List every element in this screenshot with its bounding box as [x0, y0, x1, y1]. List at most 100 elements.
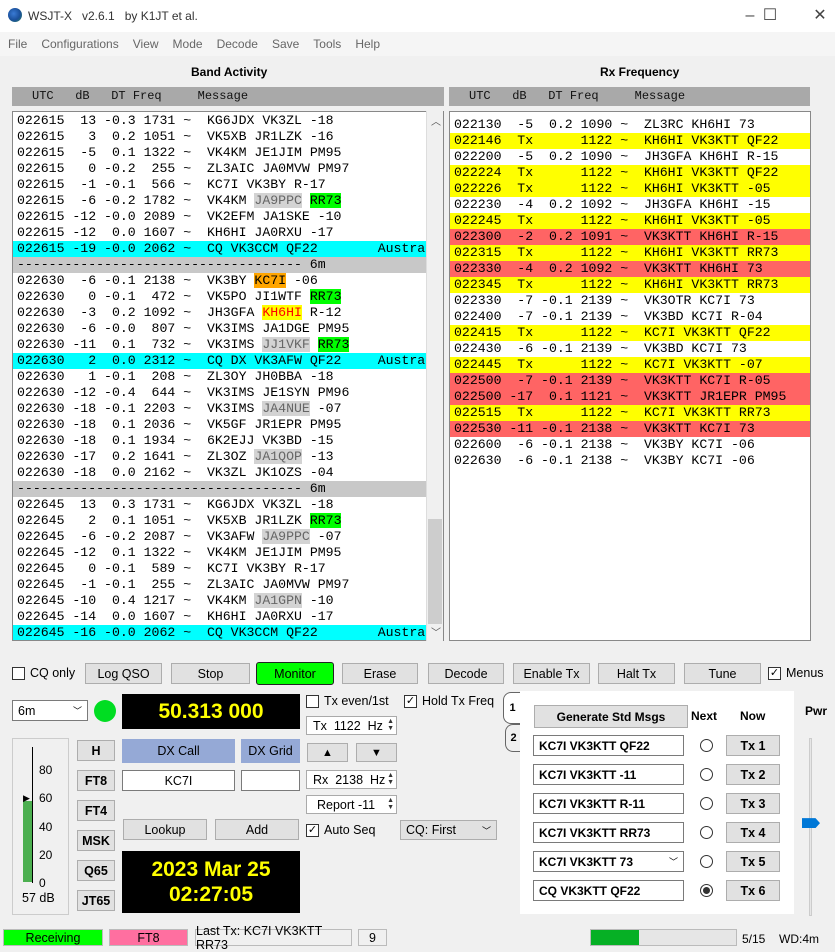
monitor-button[interactable]: Monitor	[256, 662, 334, 685]
tx-freq-spinbox[interactable]: Tx 1122 Hz ▲ ▼	[306, 716, 397, 735]
dx-grid-input[interactable]	[241, 770, 300, 791]
halt-tx-button[interactable]: Halt Tx	[598, 663, 675, 684]
band-activity-list[interactable]: 022615 13 -0.3 1731 ~ KG6JDX VK3ZL -18 02…	[12, 111, 444, 641]
decode-row[interactable]: 022500 -7 -0.1 2139 ~ VK3KTT KC7I R-05	[450, 373, 810, 389]
menu-view[interactable]: View	[126, 32, 166, 56]
decode-row[interactable]: 022615 -1 -0.1 566 ~ KC7I VK3BY R-17	[13, 177, 443, 193]
decode-row[interactable]: 022630 2 0.0 2312 ~ CQ DX VK3AFW QF22 Aus…	[13, 353, 443, 369]
decode-row[interactable]: 022630 -3 0.2 1092 ~ JH3GFA KH6HI R-12	[13, 305, 443, 321]
close-button[interactable]: ✕	[800, 4, 835, 28]
decode-row[interactable]: 022630 1 -0.1 208 ~ ZL3OY JH0BBA -18	[13, 369, 443, 385]
decode-row[interactable]: 022330 -4 0.2 1092 ~ VK3KTT KH6HI 73	[450, 261, 810, 277]
decode-row[interactable]: 022630 -6 -0.0 807 ~ VK3IMS JA1DGE PM95	[13, 321, 443, 337]
decode-row[interactable]: 022630 -17 0.2 1641 ~ ZL3OZ JA1QOP -13	[13, 449, 443, 465]
auto-seq-checkbox[interactable]: ✓	[306, 824, 319, 837]
pwr-slider-handle[interactable]	[802, 818, 820, 829]
tab-2[interactable]: 2	[505, 724, 521, 752]
tx-message-input-1[interactable]: KC7I VK3KTT QF22	[533, 735, 684, 756]
decode-row[interactable]: 022645 13 0.3 1731 ~ KG6JDX VK3ZL -18	[13, 497, 443, 513]
menu-save[interactable]: Save	[265, 32, 306, 56]
decode-row[interactable]: 022630 -18 0.1 2036 ~ VK5GF JR1EPR PM95	[13, 417, 443, 433]
mode-button-jt65[interactable]: JT65	[77, 890, 115, 911]
tx-message-input-6[interactable]: CQ VK3KTT QF22	[533, 880, 684, 901]
log-qso-button[interactable]: Log QSO	[85, 663, 162, 684]
report-spinbox[interactable]: Report -11 ▲ ▼	[306, 795, 397, 814]
decode-row[interactable]: 022615 -6 -0.2 1782 ~ VK4KM JA9PPC RR73	[13, 193, 443, 209]
decode-row[interactable]: 022130 -5 0.2 1090 ~ ZL3RC KH6HI 73	[450, 117, 810, 133]
maximize-button[interactable]: ☐	[750, 4, 790, 28]
tx-now-button-5[interactable]: Tx 5	[726, 851, 780, 872]
tx-now-button-1[interactable]: Tx 1	[726, 735, 780, 756]
tx-message-input-5[interactable]: KC7I VK3KTT 73 ﹀	[533, 851, 684, 872]
decode-row[interactable]: 022430 -6 -0.1 2139 ~ VK3BD KC7I 73	[450, 341, 810, 357]
scroll-up-icon[interactable]: ︿	[431, 113, 441, 128]
tx-now-button-3[interactable]: Tx 3	[726, 793, 780, 814]
stop-button[interactable]: Stop	[171, 663, 250, 684]
decode-row[interactable]: 022226 Tx 1122 ~ KH6HI VK3KTT -05	[450, 181, 810, 197]
tx-now-button-2[interactable]: Tx 2	[726, 764, 780, 785]
cq-only-checkbox[interactable]	[12, 667, 25, 680]
tx-next-radio-1[interactable]	[700, 739, 713, 752]
decode-row[interactable]: 022445 Tx 1122 ~ KC7I VK3KTT -07	[450, 357, 810, 373]
freq-up-button[interactable]: ▲	[307, 743, 348, 762]
decode-row[interactable]: 022345 Tx 1122 ~ KH6HI VK3KTT RR73	[450, 277, 810, 293]
spin-arrows-icon[interactable]: ▲ ▼	[387, 718, 394, 732]
scroll-down-icon[interactable]: ﹀	[431, 624, 441, 639]
decode-row[interactable]: 022615 13 -0.3 1731 ~ KG6JDX VK3ZL -18	[13, 113, 443, 129]
decode-row[interactable]: 022630 -6 -0.1 2138 ~ VK3BY KC7I -06	[13, 273, 443, 289]
decode-row[interactable]: 022615 3 0.2 1051 ~ VK5XB JR1LZK -16	[13, 129, 443, 145]
scrollbar-thumb[interactable]	[428, 519, 442, 624]
mode-button-q65[interactable]: Q65	[77, 860, 115, 881]
decode-row[interactable]: 022530 -11 -0.1 2138 ~ VK3KTT KC7I 73	[450, 421, 810, 437]
add-button[interactable]: Add	[215, 819, 299, 840]
tx-next-radio-2[interactable]	[700, 768, 713, 781]
decode-row[interactable]: 022645 -10 0.4 1217 ~ VK4KM JA1GPN -10	[13, 593, 443, 609]
erase-button[interactable]: Erase	[342, 663, 418, 684]
menu-tools[interactable]: Tools	[306, 32, 348, 56]
decode-row[interactable]: 022645 0 -0.1 589 ~ KC7I VK3BY R-17	[13, 561, 443, 577]
band-activity-scrollbar[interactable]: ︿ ﹀	[426, 111, 443, 641]
enable-tx-button[interactable]: Enable Tx	[513, 663, 590, 684]
decode-row[interactable]: 022615 -12 -0.0 2089 ~ VK2EFM JA1SKE -10	[13, 209, 443, 225]
menu-help[interactable]: Help	[348, 32, 387, 56]
decode-row[interactable]: 022630 0 -0.1 472 ~ VK5PO JI1WTF RR73	[13, 289, 443, 305]
mode-button-msk[interactable]: MSK	[77, 830, 115, 851]
mode-button-ft4[interactable]: FT4	[77, 800, 115, 821]
tx-next-radio-6[interactable]	[700, 884, 713, 897]
decode-row[interactable]: 022245 Tx 1122 ~ KH6HI VK3KTT -05	[450, 213, 810, 229]
cq-mode-select[interactable]: CQ: First ﹀	[400, 820, 497, 840]
generate-std-msgs-button[interactable]: Generate Std Msgs	[534, 705, 688, 728]
decode-row[interactable]: 022300 -2 0.2 1091 ~ VK3KTT KH6HI R-15	[450, 229, 810, 245]
decode-button[interactable]: Decode	[428, 663, 504, 684]
decode-row[interactable]: 022630 -18 0.0 2162 ~ VK3ZL JK1OZS -04	[13, 465, 443, 481]
freq-down-button[interactable]: ▼	[356, 743, 397, 762]
decode-row[interactable]: 022415 Tx 1122 ~ KC7I VK3KTT QF22	[450, 325, 810, 341]
decode-row[interactable]: 022200 -5 0.2 1090 ~ JH3GFA KH6HI R-15	[450, 149, 810, 165]
tx-message-input-2[interactable]: KC7I VK3KTT -11	[533, 764, 684, 785]
tx-message-input-4[interactable]: KC7I VK3KTT RR73	[533, 822, 684, 843]
rx-freq-spinbox[interactable]: Rx 2138 Hz ▲ ▼	[306, 770, 397, 789]
decode-row[interactable]: 022400 -7 -0.1 2139 ~ VK3BD KC7I R-04	[450, 309, 810, 325]
decode-row[interactable]: 022500 -17 0.1 1121 ~ VK3KTT JR1EPR PM95	[450, 389, 810, 405]
decode-row[interactable]: 022615 0 -0.2 255 ~ ZL3AIC JA0MVW PM97	[13, 161, 443, 177]
decode-row[interactable]: 022600 -6 -0.1 2138 ~ VK3BY KC7I -06	[450, 437, 810, 453]
decode-row[interactable]: 022315 Tx 1122 ~ KH6HI VK3KTT RR73	[450, 245, 810, 261]
menu-file[interactable]: File	[0, 32, 34, 56]
mode-button-h[interactable]: H	[77, 740, 115, 761]
decode-row[interactable]: 022515 Tx 1122 ~ KC7I VK3KTT RR73	[450, 405, 810, 421]
menu-configurations[interactable]: Configurations	[34, 32, 125, 56]
tx-next-radio-3[interactable]	[700, 797, 713, 810]
tx-now-button-4[interactable]: Tx 4	[726, 822, 780, 843]
dx-call-input[interactable]: KC7I	[122, 770, 235, 791]
decode-row[interactable]: 022645 -12 0.1 1322 ~ VK4KM JE1JIM PM95	[13, 545, 443, 561]
rx-frequency-list[interactable]: 022130 -5 0.2 1090 ~ ZL3RC KH6HI 73 02214…	[449, 111, 811, 641]
decode-row[interactable]: 022630 -6 -0.1 2138 ~ VK3BY KC7I -06	[450, 453, 810, 469]
hold-tx-freq-checkbox[interactable]: ✓	[404, 695, 417, 708]
decode-row[interactable]: 022330 -7 -0.1 2139 ~ VK3OTR KC7I 73	[450, 293, 810, 309]
decode-row[interactable]: 022645 2 0.1 1051 ~ VK5XB JR1LZK RR73	[13, 513, 443, 529]
spin-arrows-icon[interactable]: ▲ ▼	[387, 772, 394, 786]
lookup-button[interactable]: Lookup	[123, 819, 207, 840]
band-select[interactable]: 6m ﹀	[12, 700, 88, 721]
decode-row[interactable]: 022630 -11 0.1 732 ~ VK3IMS JJ1VKF RR73	[13, 337, 443, 353]
menus-checkbox[interactable]: ✓	[768, 667, 781, 680]
